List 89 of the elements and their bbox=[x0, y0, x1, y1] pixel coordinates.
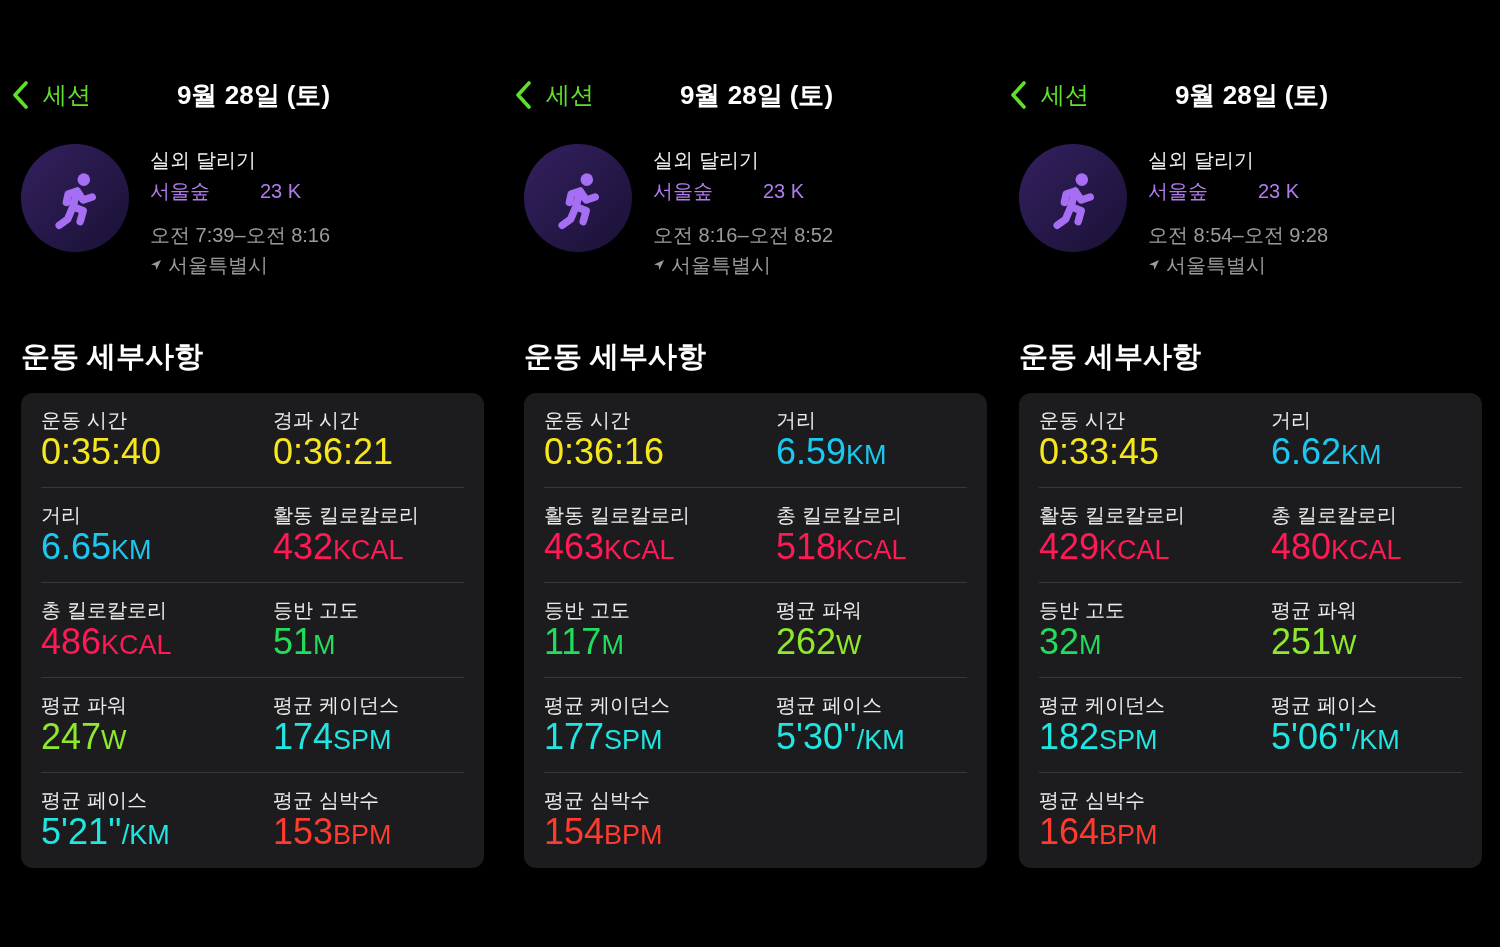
chevron-left-icon bbox=[12, 81, 30, 109]
location-arrow-icon bbox=[653, 259, 665, 271]
screen-title: 9월 28일 (토) bbox=[1175, 80, 1329, 110]
metric-value: 247W bbox=[41, 717, 127, 757]
metric-label: 등반 고도 bbox=[544, 598, 630, 622]
metric-label: 총 킬로칼로리 bbox=[1271, 503, 1397, 527]
runner-icon bbox=[524, 144, 632, 252]
metric-value: 6.62KM bbox=[1271, 432, 1382, 472]
metric-label: 총 킬로칼로리 bbox=[776, 503, 902, 527]
metric-value: 0:36:16 bbox=[544, 432, 665, 472]
metric-value: 153BPM bbox=[273, 812, 392, 852]
workout-tag-detail: 23 K bbox=[1258, 179, 1300, 204]
metric-label: 평균 페이스 bbox=[776, 693, 882, 717]
chevron-left-icon bbox=[515, 81, 533, 109]
metric-label: 평균 케이던스 bbox=[273, 693, 399, 717]
metric-label: 운동 시간 bbox=[41, 408, 127, 432]
metric-value: 518KCAL bbox=[776, 527, 907, 567]
workout-location: 서울특별시 bbox=[168, 253, 268, 278]
metric-value: 32M bbox=[1039, 622, 1102, 662]
metric-value: 432KCAL bbox=[273, 527, 404, 567]
workout-tag-detail: 23 K bbox=[763, 179, 805, 204]
metric-label: 평균 심박수 bbox=[544, 788, 650, 812]
metric-value: 251W bbox=[1271, 622, 1357, 662]
workout-tag: 서울숲 bbox=[653, 176, 713, 206]
metric-value: 51M bbox=[273, 622, 336, 662]
metric-value: 5'21''/KM bbox=[41, 812, 170, 852]
workout-tag: 서울숲 bbox=[150, 176, 210, 206]
metric-label: 활동 킬로칼로리 bbox=[544, 503, 690, 527]
metric-value: 486KCAL bbox=[41, 622, 172, 662]
metric-label: 운동 시간 bbox=[544, 408, 630, 432]
metric-label: 평균 페이스 bbox=[1271, 693, 1377, 717]
metric-value: 0:33:45 bbox=[1039, 432, 1160, 472]
metric-value: 154BPM bbox=[544, 812, 663, 852]
metric-label: 활동 킬로칼로리 bbox=[1039, 503, 1185, 527]
metric-label: 거리 bbox=[776, 408, 816, 432]
metric-label: 경과 시간 bbox=[273, 408, 359, 432]
workout-name: 실외 달리기 bbox=[150, 148, 257, 173]
metric-label: 평균 케이던스 bbox=[1039, 693, 1165, 717]
workout-tag: 서울숲 bbox=[1148, 176, 1208, 206]
metric-value: 177SPM bbox=[544, 717, 663, 757]
workout-name: 실외 달리기 bbox=[653, 148, 760, 173]
metric-value: 6.65KM bbox=[41, 527, 152, 567]
metric-value: 480KCAL bbox=[1271, 527, 1402, 567]
workout-tag-detail: 23 K bbox=[260, 179, 302, 204]
location-arrow-icon bbox=[1148, 259, 1160, 271]
metric-label: 평균 심박수 bbox=[273, 788, 379, 812]
metric-label: 등반 고도 bbox=[273, 598, 359, 622]
location-arrow-icon bbox=[150, 259, 162, 271]
metric-label: 운동 시간 bbox=[1039, 408, 1125, 432]
chevron-left-icon bbox=[1010, 81, 1028, 109]
runner-icon bbox=[1019, 144, 1127, 252]
metric-value: 0:36:21 bbox=[273, 432, 394, 472]
workout-name: 실외 달리기 bbox=[1148, 148, 1255, 173]
runner-icon bbox=[21, 144, 129, 252]
metric-value: 182SPM bbox=[1039, 717, 1158, 757]
section-title: 운동 세부사항 bbox=[21, 339, 205, 374]
metric-value: 117M bbox=[544, 622, 624, 662]
metric-value: 262W bbox=[776, 622, 862, 662]
screen-title: 9월 28일 (토) bbox=[680, 80, 834, 110]
section-title: 운동 세부사항 bbox=[524, 339, 708, 374]
back-button[interactable]: 세션 bbox=[12, 80, 91, 110]
metric-value: 0:35:40 bbox=[41, 432, 162, 472]
metric-label: 평균 파워 bbox=[1271, 598, 1357, 622]
metric-label: 거리 bbox=[41, 503, 81, 527]
metric-label: 총 킬로칼로리 bbox=[41, 598, 167, 622]
metric-value: 463KCAL bbox=[544, 527, 675, 567]
time-range: 오전 8:16–오전 8:52 bbox=[653, 223, 834, 248]
metric-value: 164BPM bbox=[1039, 812, 1158, 852]
metric-label: 평균 페이스 bbox=[41, 788, 147, 812]
workout-location: 서울특별시 bbox=[671, 253, 771, 278]
metric-label: 평균 심박수 bbox=[1039, 788, 1145, 812]
workout-location: 서울특별시 bbox=[1166, 253, 1266, 278]
back-button[interactable]: 세션 bbox=[515, 80, 594, 110]
metric-value: 5'30''/KM bbox=[776, 717, 905, 757]
metric-value: 6.59KM bbox=[776, 432, 887, 472]
metric-label: 평균 파워 bbox=[41, 693, 127, 717]
metric-value: 429KCAL bbox=[1039, 527, 1170, 567]
metric-label: 등반 고도 bbox=[1039, 598, 1125, 622]
back-button[interactable]: 세션 bbox=[1010, 80, 1089, 110]
metric-label: 거리 bbox=[1271, 408, 1311, 432]
metric-label: 평균 케이던스 bbox=[544, 693, 670, 717]
metric-label: 활동 킬로칼로리 bbox=[273, 503, 419, 527]
metric-label: 평균 파워 bbox=[776, 598, 862, 622]
time-range: 오전 8:54–오전 9:28 bbox=[1148, 223, 1329, 248]
metric-value: 174SPM bbox=[273, 717, 392, 757]
screen-title: 9월 28일 (토) bbox=[177, 80, 331, 110]
section-title: 운동 세부사항 bbox=[1019, 339, 1203, 374]
metric-value: 5'06''/KM bbox=[1271, 717, 1400, 757]
time-range: 오전 7:39–오전 8:16 bbox=[150, 223, 331, 248]
